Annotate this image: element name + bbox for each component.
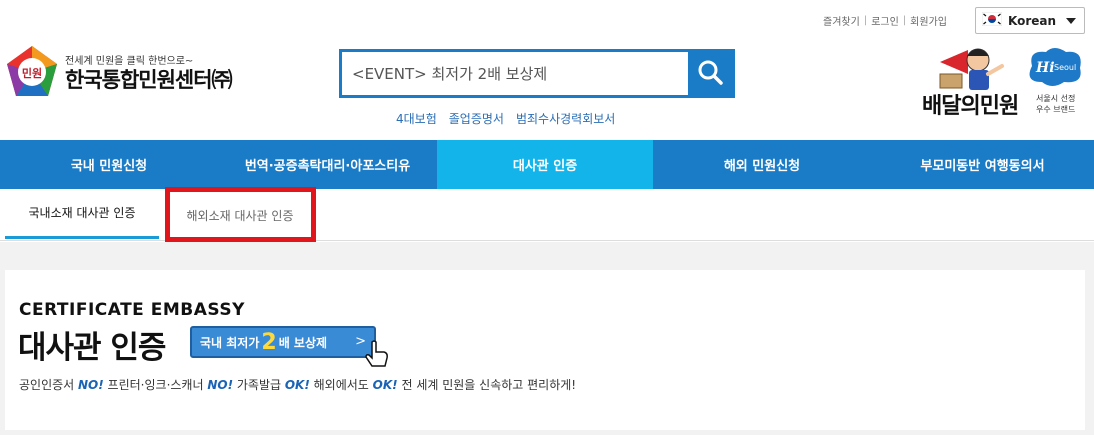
tagline-emphasis: NO! <box>78 378 104 392</box>
banner-post-text: 배 보상제 <box>278 335 328 350</box>
language-label: Korean <box>1008 13 1057 28</box>
site-logo[interactable]: 민원 전세계 민원을 클릭 한번으로~ 한국통합민원센터㈜ <box>4 44 304 104</box>
korea-flag-icon <box>981 11 1003 30</box>
bookmark-link[interactable]: 즐겨찾기 <box>823 13 860 28</box>
tagline-text: 공인인증서 <box>19 378 79 392</box>
nav-domestic[interactable]: 국내 민원신청 <box>0 140 218 189</box>
tab-domestic-embassy[interactable]: 국내소재 대사관 인증 <box>5 189 159 239</box>
logo-badge: 민원 <box>22 66 42 80</box>
keyword-link[interactable]: 4대보험 <box>396 110 437 127</box>
lowest-price-banner[interactable]: 국내 최저가 2 배 보상제 > <box>190 326 388 367</box>
tagline-text: 가족발급 <box>233 378 285 392</box>
tagline-text: 해외에서도 <box>309 378 373 392</box>
utility-links: 즐겨찾기 | 로그인 | 회원가입 <box>823 13 947 28</box>
embassy-intro-card: CERTIFICATE EMBASSY 대사관 인증 국내 최저가 2 배 보상… <box>5 270 1085 430</box>
popular-keywords: 4대보험 졸업증명서 범죄수사경력회보서 <box>396 110 615 127</box>
title-english: CERTIFICATE EMBASSY <box>19 300 245 320</box>
nav-embassy[interactable]: 대사관 인증 <box>437 140 653 189</box>
nav-translation[interactable]: 번역·공증촉탁대리·아포스티유 <box>218 140 437 189</box>
separator: | <box>902 15 907 26</box>
tagline-text: 전 세계 민원을 신속하고 편리하게! <box>397 378 577 392</box>
highlight-box <box>165 187 316 242</box>
utility-bar: 즐겨찾기 | 로그인 | 회원가입 Korean <box>0 0 1094 40</box>
chevron-down-icon <box>1066 18 1076 24</box>
keyword-link[interactable]: 졸업증명서 <box>449 110 504 127</box>
banner-big-text: 2 <box>261 329 277 355</box>
search-input[interactable] <box>342 52 688 95</box>
tagline-text: 프린터·잉크·스캐너 <box>103 378 208 392</box>
banner-pre-text: 국내 최저가 <box>200 335 260 350</box>
delivery-promo-banner[interactable]: Hi Seoul 배달의민원 서울시 선정 우수 브랜드 <box>920 40 1090 125</box>
search-icon <box>697 59 723 89</box>
tagline-emphasis: OK! <box>372 378 398 392</box>
nav-travel-consent[interactable]: 부모미동반 여행동의서 <box>871 140 1094 189</box>
nav-overseas[interactable]: 해외 민원신청 <box>653 140 871 189</box>
main-nav: 국내 민원신청 번역·공증촉탁대리·아포스티유 대사관 인증 해외 민원신청 부… <box>0 140 1094 189</box>
logo-emblem-icon: 민원 <box>4 44 60 104</box>
tagline-emphasis: NO! <box>207 378 234 392</box>
page-title: 대사관 인증 <box>18 330 166 366</box>
login-link[interactable]: 로그인 <box>871 13 899 28</box>
search-button[interactable] <box>688 52 732 95</box>
search-box <box>339 49 735 98</box>
language-select[interactable]: Korean <box>975 7 1085 34</box>
seoul-text: Seoul <box>1054 63 1076 72</box>
hi-seoul-logo-icon: Hi Seoul <box>1024 46 1086 92</box>
tagline-emphasis: OK! <box>284 378 310 392</box>
hi-text: Hi <box>1035 60 1055 76</box>
separator: | <box>863 15 868 26</box>
hand-cursor-icon <box>364 340 390 372</box>
content-area: CERTIFICATE EMBASSY 대사관 인증 국내 최저가 2 배 보상… <box>0 242 1094 435</box>
tagline: 공인인증서 NO! 프린터·잉크·스캐너 NO! 가족발급 OK! 해외에서도 … <box>19 376 576 393</box>
promo-subtitle: 서울시 선정 우수 브랜드 <box>1036 94 1076 114</box>
promo-title: 배달의민원 <box>922 94 1019 119</box>
logo-name: 한국통합민원센터㈜ <box>65 68 233 92</box>
signup-link[interactable]: 회원가입 <box>910 13 947 28</box>
keyword-link[interactable]: 범죄수사경력회보서 <box>516 110 615 127</box>
